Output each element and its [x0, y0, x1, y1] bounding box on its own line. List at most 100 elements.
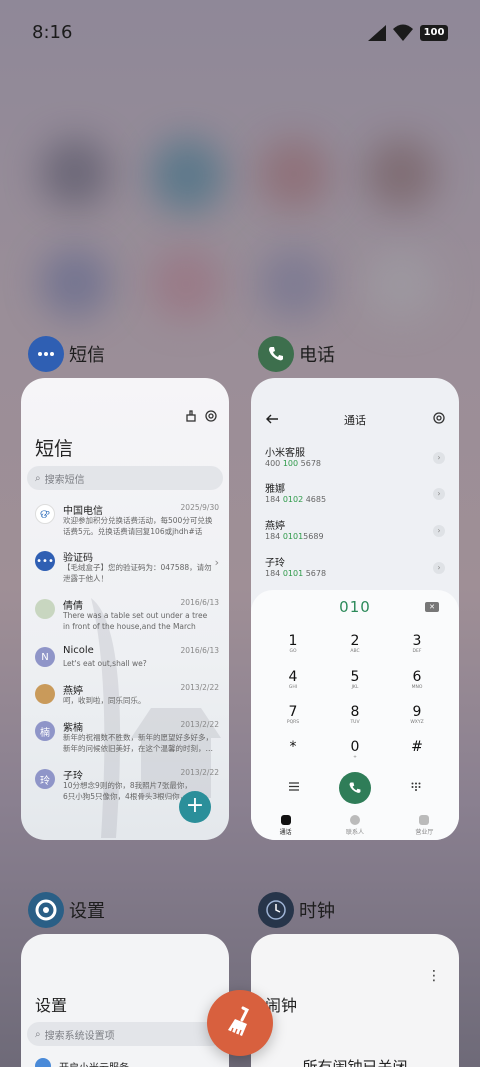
signal-icon: [368, 25, 386, 41]
contact-name: 子玲: [265, 558, 285, 569]
phone-app-icon: [258, 336, 294, 372]
dial-key[interactable]: *: [273, 740, 313, 755]
message-date: 2016/6/13: [180, 598, 219, 607]
blurred-app-icon: [258, 138, 330, 210]
list-item[interactable]: ••• 验证码 › 【毛绒盒子】您的验证码为：047588，请勿泄露于他人！: [35, 549, 219, 593]
clean-icon[interactable]: [185, 410, 197, 422]
blurred-app-icon: [258, 248, 330, 320]
message-date: 2025/9/30: [180, 503, 219, 512]
message-preview: Let's eat out,shall we?: [63, 659, 147, 668]
telecom-logo-icon: ଙ: [35, 504, 55, 524]
app-name: 时钟: [299, 901, 335, 922]
contact-row[interactable]: 小米客服 400 100 5678 ›: [265, 444, 449, 476]
chat-icon: •••: [35, 551, 55, 571]
search-input[interactable]: ⌕ 搜索短信: [27, 466, 223, 490]
search-placeholder: 搜索系统设置项: [44, 1030, 115, 1042]
clock-app-card[interactable]: ⋮ 闹钟 所有闹钟已关闭: [251, 934, 459, 1067]
avatar: [35, 599, 55, 619]
tab-service-hall[interactable]: 营业厅: [390, 815, 459, 836]
avatar: 楠: [35, 721, 55, 741]
phone-icon: [349, 782, 361, 793]
dial-key[interactable]: #: [397, 740, 437, 755]
dial-key[interactable]: 4 GHI: [273, 670, 313, 691]
blurred-app-icon: [40, 138, 110, 208]
avatar: 玲: [35, 769, 55, 789]
app-name: 短信: [69, 345, 105, 366]
clear-all-button[interactable]: [207, 990, 273, 1056]
bottom-tab-bar: 通话 联系人 营业厅: [251, 815, 459, 836]
app-name: 设置: [69, 901, 105, 922]
more-icon[interactable]: ⋮: [427, 968, 441, 984]
keypad-toggle-icon[interactable]: [411, 782, 421, 791]
dial-key[interactable]: 5 JKL: [335, 670, 375, 691]
search-placeholder: 搜索短信: [44, 474, 85, 486]
clock-app-icon: [258, 892, 294, 928]
sms-app-icon: [28, 336, 64, 372]
message-date: 2013/2/22: [180, 720, 219, 729]
page-title: 通话: [344, 414, 366, 427]
backspace-icon[interactable]: ✕: [425, 602, 439, 612]
store-icon: [419, 815, 430, 825]
settings-app-card[interactable]: 设置 ⌕ 搜索系统设置项 开启小米云服务: [21, 934, 229, 1067]
contact-row[interactable]: 子玲 184 0101 5678 ›: [265, 554, 449, 586]
status-bar: 8:16 100: [0, 0, 480, 66]
empty-state-text: 所有闹钟已关闭: [302, 1058, 408, 1067]
phone-app-card[interactable]: 通话 小米客服 400 100 5678 › 雅娜 184 0102 4685 …: [251, 378, 459, 840]
app-label-clock[interactable]: 时钟: [258, 892, 335, 928]
sms-app-card[interactable]: 短信 ⌕ 搜索短信 ଙ 中国电信 2025/9/30 欢迎参加积分兑换话费活动，…: [21, 378, 229, 840]
message-preview: 呵，收到啦，同乐同乐。: [63, 696, 146, 705]
search-input[interactable]: ⌕ 搜索系统设置项: [27, 1022, 223, 1046]
chevron-right-icon[interactable]: ›: [433, 488, 445, 500]
list-item[interactable]: 倩倩 2016/6/13 There was a table set out u…: [35, 597, 219, 641]
list-item[interactable]: 开启小米云服务: [35, 1058, 129, 1067]
sender-name: Nicole: [63, 645, 94, 656]
phone-icon: [280, 815, 291, 825]
search-icon: ⌕: [35, 1028, 41, 1040]
list-item-label: 开启小米云服务: [59, 1059, 129, 1067]
dial-key[interactable]: 1 GO: [273, 634, 313, 655]
chevron-right-icon[interactable]: ›: [433, 562, 445, 574]
contact-name: 雅娜: [265, 484, 285, 495]
dial-key[interactable]: 0 +: [335, 740, 375, 761]
dial-key[interactable]: 6 MNO: [397, 670, 437, 691]
dial-key[interactable]: 3 DEF: [397, 634, 437, 655]
contact-row[interactable]: 燕婷 184 01015689 ›: [265, 517, 449, 549]
tab-contacts[interactable]: 联系人: [320, 815, 389, 836]
blurred-app-icon: [40, 248, 110, 318]
app-label-settings[interactable]: 设置: [28, 892, 105, 928]
dial-key[interactable]: 2 ABC: [335, 634, 375, 655]
settings-icon[interactable]: [205, 410, 217, 422]
menu-icon[interactable]: [289, 782, 299, 791]
status-time: 8:16: [32, 22, 73, 43]
settings-icon[interactable]: [433, 412, 445, 424]
broom-icon: [228, 1006, 250, 1036]
blurred-app-icon: [365, 248, 437, 320]
person-icon: [349, 815, 360, 825]
contact-number: 400 100 5678: [265, 459, 321, 468]
app-name: 电话: [299, 345, 335, 366]
app-label-phone[interactable]: 电话: [258, 336, 335, 372]
sms-toolbar: [185, 410, 217, 422]
message-date: 2013/2/22: [180, 768, 219, 777]
message-date: 2016/6/13: [180, 646, 219, 655]
avatar: N: [35, 647, 55, 667]
dial-key[interactable]: 8 TUV: [335, 705, 375, 726]
avatar: [35, 684, 55, 704]
compose-button[interactable]: +: [179, 791, 211, 823]
call-button[interactable]: [339, 772, 371, 804]
wifi-icon: [393, 24, 413, 41]
dial-key[interactable]: 7 PQRS: [273, 705, 313, 726]
contact-row[interactable]: 雅娜 184 0102 4685 ›: [265, 480, 449, 512]
dial-key[interactable]: 9 WXYZ: [397, 705, 437, 726]
list-item[interactable]: 楠 紫楠 2013/2/22 新年的祝福数不胜数，新年的愿望好多好多，新年的问候…: [35, 719, 219, 763]
chevron-right-icon[interactable]: ›: [433, 452, 445, 464]
list-item[interactable]: ଙ 中国电信 2025/9/30 欢迎参加积分兑换话费活动，每500分可兑换话费…: [35, 502, 219, 546]
blurred-app-icon: [365, 138, 437, 210]
contact-name: 燕婷: [265, 521, 285, 532]
app-label-sms[interactable]: 短信: [28, 336, 105, 372]
tab-calls[interactable]: 通话: [251, 815, 320, 836]
cloud-icon: [35, 1058, 51, 1067]
blurred-app-icon: [150, 138, 225, 213]
message-preview: 欢迎参加积分兑换话费活动，每500分可兑换话费5元。兑换话费请回复106或jhd…: [63, 516, 213, 536]
chevron-right-icon[interactable]: ›: [433, 525, 445, 537]
